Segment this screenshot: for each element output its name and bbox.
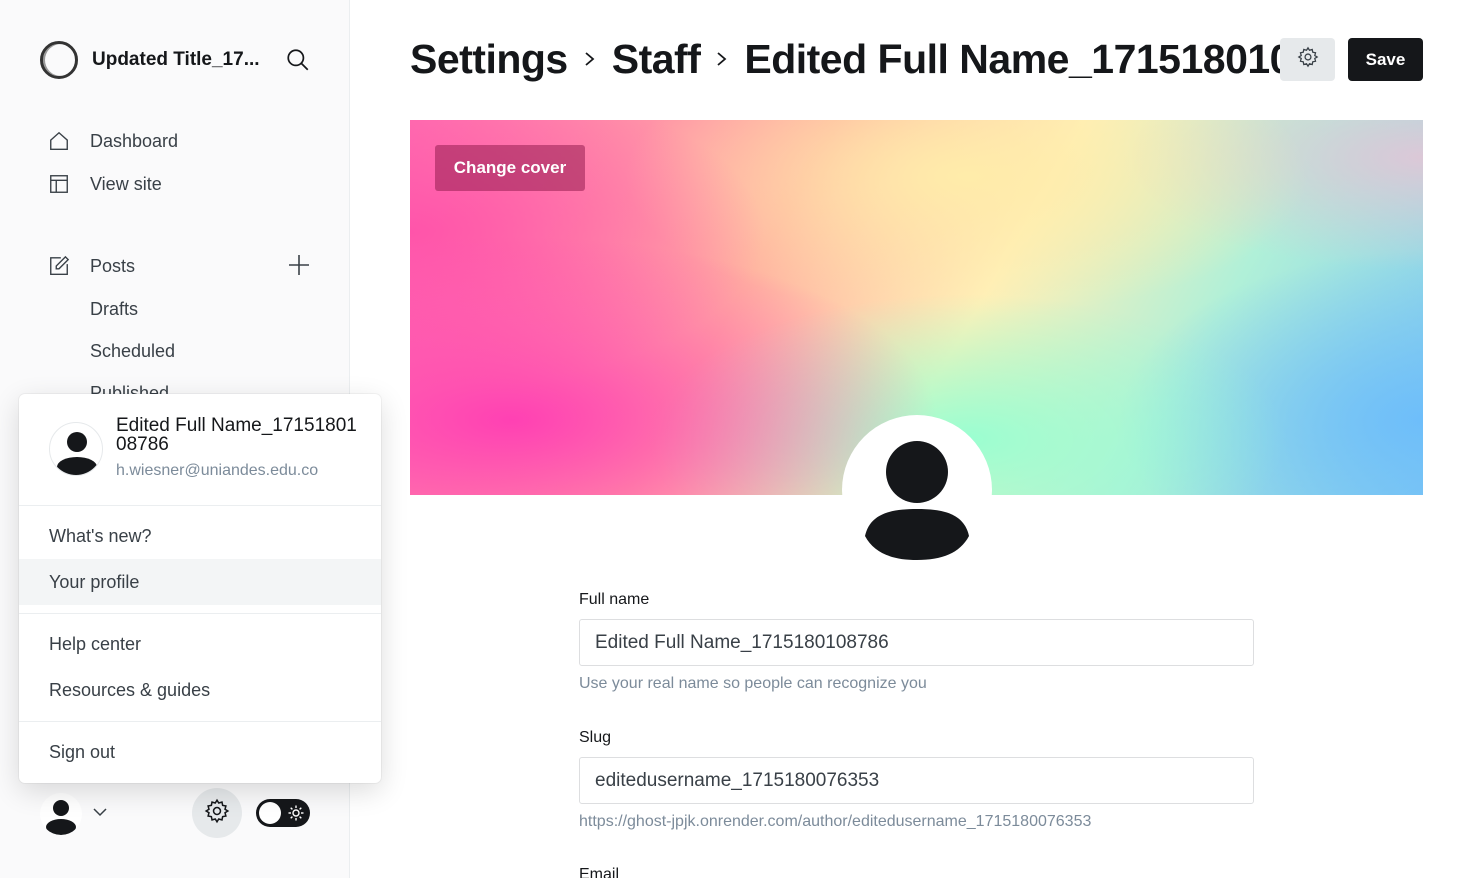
- menu-item-help-center[interactable]: Help center: [19, 621, 381, 667]
- slug-label: Slug: [579, 729, 612, 746]
- search-icon[interactable]: [284, 46, 312, 74]
- sidebar-item-label: Dashboard: [90, 130, 179, 151]
- full-name-input[interactable]: [579, 619, 1254, 666]
- slug-hint: https://ghost-jpjk.onrender.com/author/e…: [579, 813, 1092, 830]
- full-name-hint: Use your real name so people can recogni…: [579, 675, 927, 692]
- gear-icon: [1297, 46, 1319, 73]
- avatar: [49, 422, 103, 476]
- sidebar-item-view-site[interactable]: View site: [46, 169, 162, 199]
- chevron-right-icon: [714, 49, 730, 69]
- change-cover-button[interactable]: Change cover: [435, 145, 585, 191]
- account-email: h.wiesner@uniandes.edu.co: [116, 462, 319, 479]
- site-header: Updated Title_17...: [40, 40, 312, 80]
- toggle-knob: [259, 802, 281, 824]
- menu-item-your-profile[interactable]: Your profile: [19, 559, 381, 605]
- full-name-label: Full name: [579, 591, 650, 608]
- sidebar-item-posts[interactable]: Posts: [46, 251, 135, 281]
- theme-toggle[interactable]: [256, 799, 310, 827]
- profile-picture[interactable]: [842, 415, 992, 565]
- sidebar-item-label: Posts: [90, 255, 136, 276]
- layout-icon: [46, 171, 72, 197]
- user-menu-button[interactable]: [40, 793, 112, 835]
- breadcrumb: Settings Staff Edited Full Name_17151801…: [410, 34, 1280, 84]
- sidebar-item-drafts[interactable]: Drafts: [90, 294, 138, 324]
- slug-input[interactable]: [579, 757, 1254, 804]
- breadcrumb-settings[interactable]: Settings: [410, 36, 568, 83]
- account-name: Edited Full Name_1715180108786: [116, 415, 357, 455]
- page-title: Edited Full Name_1715180108786: [744, 35, 1280, 82]
- sun-icon: [288, 805, 304, 821]
- plus-icon[interactable]: [286, 252, 312, 278]
- account-summary: Edited Full Name_1715180108786 h.wiesner…: [19, 394, 381, 506]
- sidebar-item-label: View site: [90, 173, 162, 194]
- email-label: Email: [579, 866, 620, 878]
- chevron-down-icon: [92, 804, 108, 825]
- sidebar-item-dashboard[interactable]: Dashboard: [46, 126, 178, 156]
- divider: [19, 721, 381, 722]
- menu-item-resources-guides[interactable]: Resources & guides: [19, 667, 381, 713]
- avatar: [40, 793, 82, 835]
- save-button[interactable]: Save: [1348, 38, 1423, 81]
- account-dropdown: Edited Full Name_1715180108786 h.wiesner…: [19, 394, 381, 783]
- chevron-right-icon: [582, 49, 598, 69]
- settings-button[interactable]: [192, 788, 242, 838]
- breadcrumb-staff[interactable]: Staff: [612, 36, 701, 83]
- menu-item-whats-new[interactable]: What's new?: [19, 513, 381, 559]
- menu-item-sign-out[interactable]: Sign out: [19, 729, 381, 775]
- site-title[interactable]: Updated Title_17...: [92, 49, 262, 71]
- user-actions-button[interactable]: [1280, 38, 1335, 81]
- sidebar-item-scheduled[interactable]: Scheduled: [90, 336, 175, 366]
- site-logo[interactable]: [40, 41, 78, 79]
- gear-icon: [204, 798, 230, 829]
- edit-icon: [46, 253, 72, 279]
- divider: [19, 613, 381, 614]
- home-icon: [46, 128, 72, 154]
